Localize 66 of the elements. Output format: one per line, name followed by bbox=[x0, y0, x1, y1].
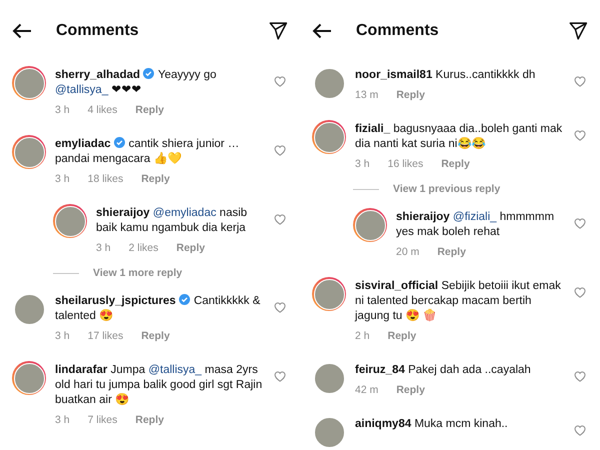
send-icon[interactable] bbox=[269, 22, 288, 40]
reply-link[interactable]: Reply bbox=[135, 104, 164, 116]
likes-count[interactable]: 16 likes bbox=[388, 158, 424, 170]
comment-time: 3 h bbox=[55, 330, 70, 342]
comment-text: fiziali_ bagusnyaaa dia..boleh ganti mak dia nanti kat suria ni😂😂 bbox=[355, 122, 564, 152]
comment-text: feiruz_84 Pakej dah ada ..cayalah bbox=[355, 363, 532, 378]
avatar-placeholder[interactable] bbox=[312, 277, 346, 311]
view-replies-link[interactable]: View 1 previous reply bbox=[393, 183, 500, 195]
back-arrow-icon[interactable] bbox=[312, 23, 332, 39]
heart-icon[interactable] bbox=[274, 145, 286, 156]
heart-icon[interactable] bbox=[574, 371, 586, 382]
page-title: Comments bbox=[356, 22, 440, 40]
comment-text: shieraijoy @emyliadac nasib baik kamu ngambuk dia kerja bbox=[96, 206, 248, 236]
likes-count[interactable]: 18 likes bbox=[88, 173, 124, 185]
reply-link[interactable]: Reply bbox=[396, 89, 425, 101]
heart-icon[interactable] bbox=[574, 218, 586, 229]
back-arrow-icon[interactable] bbox=[12, 23, 32, 39]
page-title: Comments bbox=[56, 22, 140, 40]
comment-text: sherry_alhadad Yeayyyy go @tallisya_ ❤❤❤ bbox=[55, 68, 218, 98]
likes-count[interactable]: 4 likes bbox=[88, 104, 118, 116]
reply-link[interactable]: Reply bbox=[135, 414, 164, 426]
likes-count[interactable]: 17 likes bbox=[88, 330, 124, 342]
send-icon[interactable] bbox=[569, 22, 588, 40]
heart-icon[interactable] bbox=[574, 130, 586, 141]
avatar-placeholder[interactable] bbox=[12, 361, 46, 395]
heart-icon[interactable] bbox=[274, 214, 286, 225]
heart-icon[interactable] bbox=[574, 287, 586, 298]
comment-time: 13 m bbox=[355, 89, 378, 101]
comment-text: sheilarusly_jspictures Cantikkkkk & talented 😍 bbox=[55, 294, 262, 324]
reply-link[interactable]: Reply bbox=[141, 330, 170, 342]
reply-link[interactable]: Reply bbox=[396, 384, 425, 396]
avatar-placeholder[interactable] bbox=[12, 135, 46, 169]
heart-icon[interactable] bbox=[574, 76, 586, 87]
reply-link[interactable]: Reply bbox=[437, 246, 466, 258]
comment-time: 3 h bbox=[55, 104, 70, 116]
comment-time: 20 m bbox=[396, 246, 420, 258]
comment-text: ainiqmy84 Muka mcm kinah.. bbox=[355, 417, 509, 432]
heart-icon[interactable] bbox=[574, 425, 586, 436]
comment-text: shieraijoy @fiziali_ hmmmmm yes mak boleh rehat bbox=[396, 210, 556, 240]
reply-link[interactable]: Reply bbox=[176, 242, 205, 254]
comment-text: lindarafar Jumpa @tallisya_ masa 2yrs old hari tu jumpa balik good girl sgt Rajin buatkan air 😍 bbox=[55, 363, 264, 408]
heart-icon[interactable] bbox=[274, 302, 286, 313]
avatar-placeholder[interactable] bbox=[12, 66, 46, 100]
reply-link[interactable]: Reply bbox=[141, 173, 170, 185]
avatar-placeholder[interactable] bbox=[53, 204, 87, 238]
comment-time: 3 h bbox=[96, 242, 111, 254]
verified-badge-icon bbox=[178, 294, 190, 305]
comment-time: 42 m bbox=[355, 384, 378, 396]
comment-time: 3 h bbox=[355, 158, 370, 170]
likes-count[interactable]: 2 likes bbox=[128, 242, 158, 254]
comment-text: emyliadac cantik shiera junior … pandai mengacara 👍💛 bbox=[55, 137, 240, 167]
heart-icon[interactable] bbox=[274, 371, 286, 382]
avatar-placeholder[interactable] bbox=[353, 208, 387, 242]
comment-time: 2 h bbox=[355, 330, 370, 342]
view-replies-link[interactable]: View 1 more reply bbox=[93, 267, 182, 279]
heart-icon[interactable] bbox=[274, 76, 286, 87]
reply-link[interactable]: Reply bbox=[388, 330, 416, 342]
likes-count[interactable]: 7 likes bbox=[88, 414, 118, 426]
avatar-placeholder[interactable] bbox=[312, 120, 346, 154]
verified-badge-icon bbox=[114, 137, 125, 148]
comment-text: sisviral_official Sebijik betoiii ikut emak ni talented bercakap macam bertih jagung tu 😍 🍿 bbox=[355, 279, 562, 324]
reply-link[interactable]: Reply bbox=[441, 158, 470, 170]
verified-badge-icon bbox=[143, 68, 154, 79]
comment-text: noor_ismail81 Kurus..cantikkkk dh bbox=[355, 68, 536, 83]
comment-time: 3 h bbox=[55, 173, 70, 185]
comment-time: 3 h bbox=[55, 414, 70, 426]
